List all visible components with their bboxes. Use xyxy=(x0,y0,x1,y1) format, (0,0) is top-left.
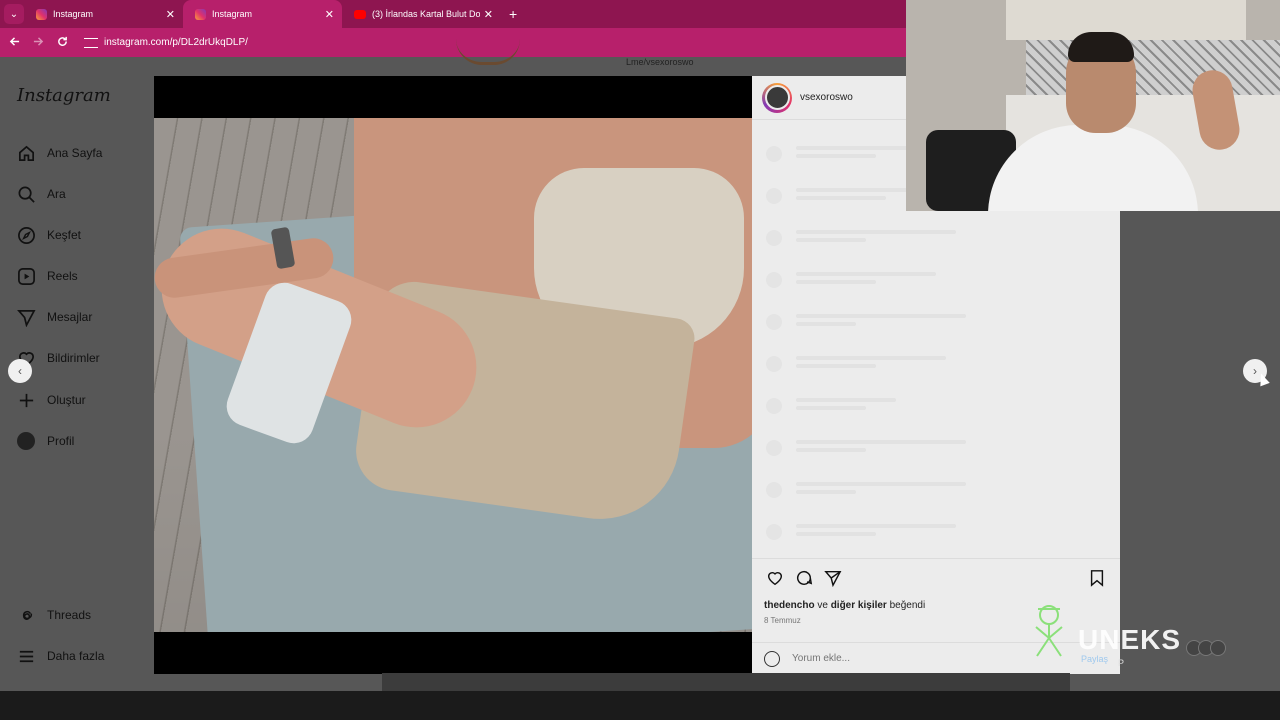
watermark-avatars xyxy=(1186,640,1226,656)
nav-label: Ara xyxy=(47,187,66,201)
comment-skeleton xyxy=(766,230,1106,272)
post-media[interactable] xyxy=(154,76,752,674)
reload-icon[interactable] xyxy=(50,36,74,50)
new-tab-button[interactable]: + xyxy=(509,6,517,22)
comment-skeleton xyxy=(766,398,1106,440)
bookmark-icon[interactable] xyxy=(1086,567,1108,589)
background-link-text: Lme/vsexoroswo xyxy=(626,57,694,67)
bottom-bar xyxy=(0,691,1280,720)
site-settings-icon[interactable] xyxy=(84,37,98,48)
close-tab-icon[interactable]: ✕ xyxy=(166,8,175,21)
instagram-icon xyxy=(36,8,47,20)
nav-item-threads[interactable]: Threads xyxy=(16,605,91,625)
browser-tab-active[interactable]: Instagram ✕ xyxy=(183,0,342,28)
comment-skeleton xyxy=(766,482,1106,524)
instagram-logo[interactable]: Instagram xyxy=(17,85,111,106)
post-actions xyxy=(752,558,1120,596)
watermark-subtext: P xyxy=(1118,658,1125,668)
nav-label: Oluştur xyxy=(47,393,86,407)
tab-title: (3) İrlandas Kartal Bulut Doğan xyxy=(372,9,480,19)
close-tab-icon[interactable]: ✕ xyxy=(325,8,334,21)
address-bar: instagram.com/p/DL2drUkqDLP/ xyxy=(0,28,906,57)
webcam-person-hair xyxy=(1068,32,1134,62)
reels-icon xyxy=(16,266,36,286)
liker-username[interactable]: thedencho xyxy=(764,600,815,611)
post-date[interactable]: 8 Temmuz xyxy=(764,616,801,625)
streamer-mascot-icon xyxy=(1035,605,1063,657)
nav-item-more[interactable]: Daha fazla xyxy=(16,646,104,666)
tab-title: Instagram xyxy=(212,9,253,19)
instagram-icon xyxy=(195,8,206,20)
nav-item-messages[interactable]: Mesajlar xyxy=(16,307,92,327)
forward-arrow-icon[interactable] xyxy=(26,36,50,50)
tab-title: Instagram xyxy=(53,9,94,19)
nav-label: Bildirimler xyxy=(47,351,100,365)
comment-skeleton xyxy=(766,272,1106,314)
threads-icon xyxy=(16,605,36,625)
like-heart-icon[interactable] xyxy=(764,567,786,589)
youtube-icon xyxy=(354,9,366,19)
webcam-cabinet xyxy=(1006,0,1246,40)
browser-tab[interactable]: (3) İrlandas Kartal Bulut Doğan ✕ xyxy=(342,0,501,28)
compass-icon xyxy=(16,225,36,245)
menu-icon xyxy=(16,646,36,666)
home-icon xyxy=(16,143,36,163)
nav-label: Keşfet xyxy=(47,228,82,242)
comment-skeleton xyxy=(766,314,1106,356)
url-text[interactable]: instagram.com/p/DL2drUkqDLP/ xyxy=(104,37,248,48)
nav-label: Reels xyxy=(47,269,78,283)
nav-item-home[interactable]: Ana Sayfa xyxy=(16,143,102,163)
nav-item-search[interactable]: Ara xyxy=(16,184,66,204)
chevron-left-icon: ‹ xyxy=(18,364,22,378)
close-tab-icon[interactable]: ✕ xyxy=(484,8,493,21)
actions-spacer xyxy=(851,567,1079,589)
user-avatar[interactable] xyxy=(762,82,792,113)
comment-bubble-icon[interactable] xyxy=(793,567,815,589)
nav-item-reels[interactable]: Reels xyxy=(16,266,78,286)
comment-skeleton xyxy=(766,356,1106,398)
search-icon xyxy=(16,184,36,204)
post-username[interactable]: vsexoroswo xyxy=(800,92,853,103)
likes-suffix: beğendi xyxy=(889,600,926,611)
browser-tab[interactable]: Instagram ✕ xyxy=(24,0,183,28)
browser-tab-strip: ⌄ Instagram ✕ Instagram ✕ (3) İrlandas K… xyxy=(0,0,906,28)
screen: ⌄ Instagram ✕ Instagram ✕ (3) İrlandas K… xyxy=(0,0,1280,720)
background-strip xyxy=(382,673,1070,691)
nav-item-create[interactable]: Oluştur xyxy=(16,390,86,410)
profile-ring-decoration xyxy=(456,39,520,65)
avatar-icon xyxy=(16,431,36,451)
likes-others-link[interactable]: diğer kişiler xyxy=(831,600,887,611)
share-send-icon[interactable] xyxy=(822,567,844,589)
send-icon xyxy=(16,307,36,327)
nav-item-profile[interactable]: Profil xyxy=(16,431,74,451)
post-photo xyxy=(154,118,752,632)
nav-label: Daha fazla xyxy=(47,649,105,663)
nav-label: Ana Sayfa xyxy=(47,146,103,160)
plus-icon xyxy=(16,390,36,410)
back-arrow-icon[interactable] xyxy=(2,36,26,50)
webcam-tiles xyxy=(1026,40,1280,95)
likes-connector: ve xyxy=(817,600,828,611)
tab-search-chevron-icon[interactable]: ⌄ xyxy=(4,4,24,24)
likes-line: thedencho ve diğer kişiler beğendi xyxy=(764,600,925,611)
watermark-text: UNEKS xyxy=(1078,624,1182,655)
webcam-overlay xyxy=(906,0,1280,211)
previous-post-button[interactable]: ‹ xyxy=(8,359,32,383)
nav-label: Threads xyxy=(47,608,92,622)
nav-item-explore[interactable]: Keşfet xyxy=(16,225,81,245)
emoji-icon[interactable] xyxy=(764,650,780,667)
comment-skeleton xyxy=(766,440,1106,482)
nav-label: Profil xyxy=(47,434,75,448)
nav-label: Mesajlar xyxy=(47,310,93,324)
